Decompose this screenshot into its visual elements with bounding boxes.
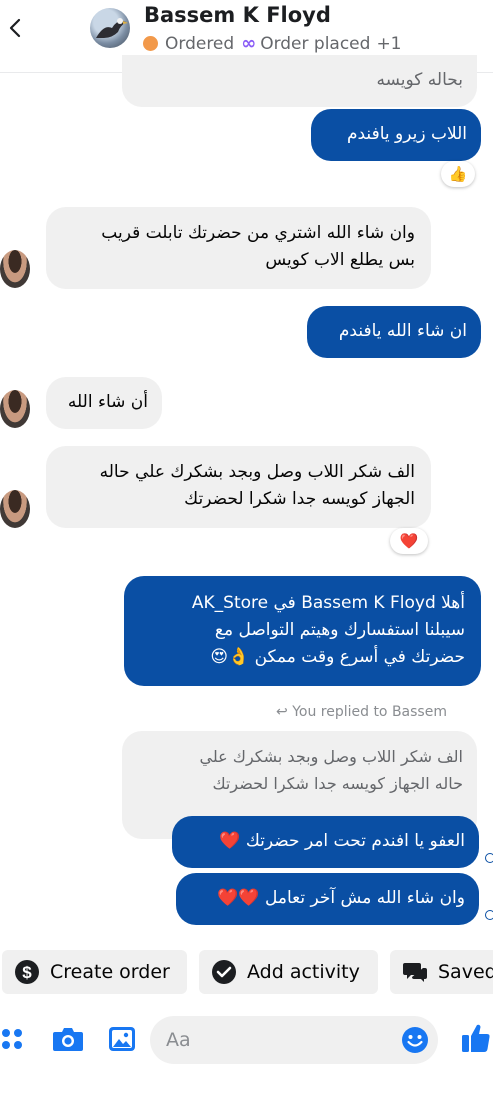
back-arrow-icon[interactable] (4, 14, 26, 42)
message-input[interactable] (150, 1016, 438, 1064)
order-status-row[interactable]: Ordered ∞ Order placed +1 (143, 33, 402, 54)
replied-to-label: ↩︎ You replied to Bassem (276, 704, 447, 720)
ordered-status-dot-icon (143, 36, 158, 51)
add-activity-button[interactable]: Add activity (199, 950, 378, 994)
message-incoming[interactable]: الف شكر اللاب وصل وبجد بشكرك علي حاله ال… (46, 446, 431, 528)
svg-text:$: $ (22, 963, 32, 982)
status-more-count: +1 (376, 33, 402, 54)
message-text-line: بس يطلع الاب كويس (265, 250, 415, 270)
message-outgoing[interactable]: اللاب زيرو يافندم (311, 109, 481, 161)
more-actions-grid-icon[interactable] (0, 1026, 26, 1052)
contact-avatar[interactable] (90, 8, 130, 48)
contact-name[interactable]: Bassem K Floyd (144, 3, 331, 27)
message-outgoing-greeting[interactable]: أهلا Bassem K Floyd في AK_Store سيبلنا ا… (124, 576, 481, 686)
saved-label: Saved (438, 961, 493, 983)
message-text-line: أهلا Bassem K Floyd في AK_Store (191, 593, 465, 613)
sent-status-icon (485, 910, 493, 920)
status-order-placed-label: Order placed (260, 33, 371, 54)
reaction-thumbs-up[interactable]: 👍 (441, 161, 475, 187)
thumbs-up-icon: 👍 (448, 165, 468, 183)
message-text: بحاله كويسه (376, 70, 463, 90)
message-text-line: سيبلنا استفسارك وهيتم التواصل مع (214, 620, 465, 640)
message-incoming-partial[interactable]: بحاله كويسه (122, 55, 477, 107)
saved-replies-button[interactable]: Saved (390, 950, 493, 994)
message-incoming[interactable]: وان شاء الله اشتري من حضرتك تابلت قريب ب… (46, 207, 431, 289)
quoted-text-line: حاله الجهاز كويسه جدا شكرا لحضرتك (212, 774, 463, 793)
quoted-text-line: الف شكر اللاب وصل وبجد بشكرك علي (199, 747, 464, 766)
add-activity-label: Add activity (247, 961, 360, 983)
message-text: ان شاء الله يافندم (338, 321, 467, 341)
message-text: أن شاء الله (67, 392, 148, 412)
message-outgoing-reply[interactable]: العفو يا افندم تحت امر حضرتك ❤️ (172, 816, 479, 868)
create-order-label: Create order (50, 961, 170, 983)
check-circle-icon (212, 960, 236, 984)
saved-replies-icon (403, 963, 427, 982)
message-incoming[interactable]: أن شاء الله (46, 377, 162, 429)
camera-icon[interactable] (52, 1025, 84, 1053)
message-text: العفو يا افندم تحت امر حضرتك ❤️ (219, 831, 465, 851)
like-thumbs-up-icon[interactable] (461, 1022, 491, 1054)
sent-status-icon (485, 853, 493, 863)
message-text: وان شاء الله مش آخر تعامل ❤️❤️ (217, 888, 465, 908)
message-outgoing[interactable]: وان شاء الله مش آخر تعامل ❤️❤️ (176, 873, 479, 925)
message-text-line: الف شكر اللاب وصل وبجد بشكرك علي حاله (99, 462, 415, 482)
create-order-button[interactable]: $ Create order (2, 950, 187, 994)
reaction-heart[interactable]: ❤️ (390, 528, 428, 554)
contact-avatar-small[interactable] (0, 390, 30, 428)
gallery-icon[interactable] (108, 1025, 136, 1053)
infinity-icon: ∞ (241, 33, 257, 54)
message-outgoing[interactable]: ان شاء الله يافندم (307, 306, 481, 358)
emoji-icon[interactable] (401, 1026, 429, 1054)
reply-arrow-icon: ↩︎ (276, 704, 288, 720)
dollar-icon: $ (15, 960, 39, 984)
contact-avatar-small[interactable] (0, 250, 30, 288)
contact-avatar-small[interactable] (0, 490, 30, 528)
message-text-line: حضرتك في أسرع وقت ممكن 👌😍 (210, 647, 465, 667)
message-text-line: وان شاء الله اشتري من حضرتك تابلت قريب (101, 223, 415, 243)
status-ordered-label: Ordered (165, 33, 235, 54)
message-text-line: الجهاز كويسه جدا شكرا لحضرتك (184, 489, 415, 509)
message-text: اللاب زيرو يافندم (346, 124, 467, 144)
message-composer (0, 1012, 493, 1070)
heart-icon: ❤️ (399, 532, 419, 550)
